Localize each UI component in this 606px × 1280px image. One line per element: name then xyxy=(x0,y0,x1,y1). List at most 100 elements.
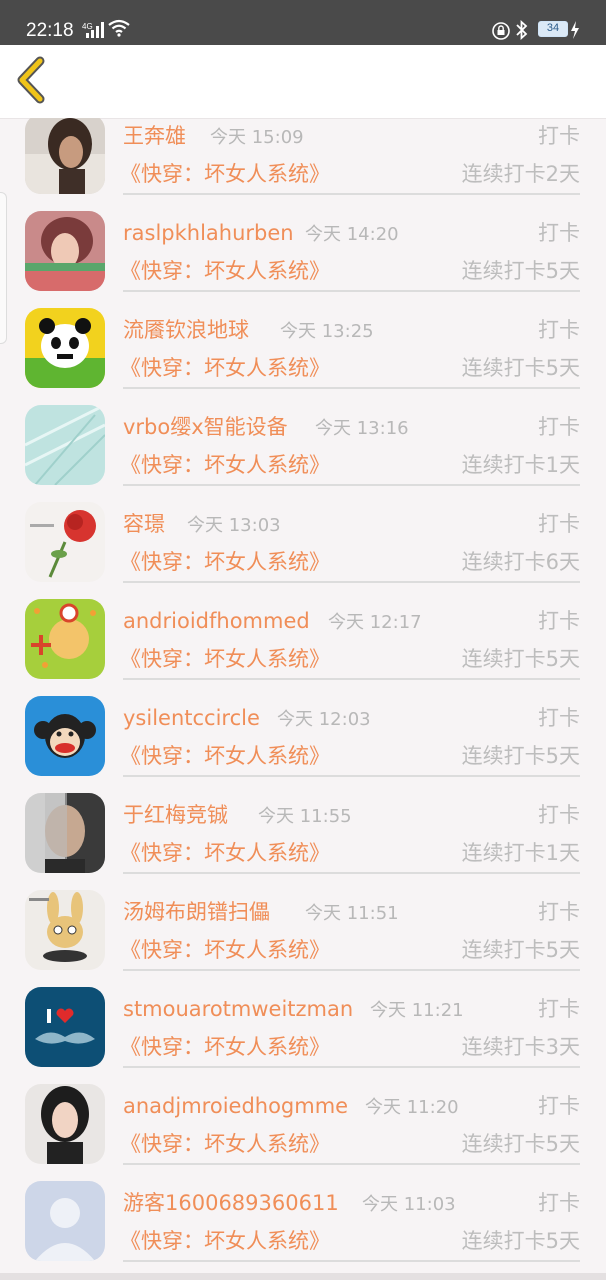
signal-icon xyxy=(86,22,104,38)
status-bar: 22:18 4G 34 xyxy=(0,0,606,45)
action-label: 打卡 xyxy=(538,124,580,148)
list-item[interactable]: ysilentccircle 今天 12:03 打卡 《快穿：坏女人系统》 连续… xyxy=(0,696,606,797)
list-item[interactable]: vrbo缨x智能设备 今天 13:16 打卡 《快穿：坏女人系统》 连续打卡1天 xyxy=(0,405,606,506)
divider xyxy=(123,484,580,486)
action-label: 打卡 xyxy=(538,318,580,342)
user-name[interactable]: 游客1600689360611 xyxy=(123,1188,339,1218)
list-item[interactable]: 于红梅竞铖 今天 11:55 打卡 《快穿：坏女人系统》 连续打卡1天 xyxy=(0,793,606,894)
checkin-list: 王奔雄 今天 15:09 打卡 《快穿：坏女人系统》 连续打卡2天 raslpk… xyxy=(0,118,606,1280)
streak-count: 连续打卡1天 xyxy=(461,841,580,865)
streak-count: 连续打卡3天 xyxy=(461,1035,580,1059)
action-label: 打卡 xyxy=(538,900,580,924)
list-item[interactable]: andrioidfhommed 今天 12:17 打卡 《快穿：坏女人系统》 连… xyxy=(0,599,606,700)
book-title[interactable]: 《快穿：坏女人系统》 xyxy=(120,450,330,480)
streak-count: 连续打卡5天 xyxy=(461,744,580,768)
avatar[interactable] xyxy=(25,987,105,1067)
battery-level: 34 xyxy=(546,22,560,34)
list-item-partial xyxy=(0,1273,606,1280)
user-name[interactable]: anadjmroiedhogmme xyxy=(123,1091,348,1121)
list-item[interactable]: 容璟 今天 13:03 打卡 《快穿：坏女人系统》 连续打卡6天 xyxy=(0,502,606,603)
action-label: 打卡 xyxy=(538,415,580,439)
streak-count: 连续打卡5天 xyxy=(461,647,580,671)
user-name[interactable]: 汤姆布朗镨扫儡 xyxy=(123,897,270,927)
list-item[interactable]: anadjmroiedhogmme 今天 11:20 打卡 《快穿：坏女人系统》… xyxy=(0,1084,606,1185)
charging-icon xyxy=(571,21,579,39)
streak-count: 连续打卡6天 xyxy=(461,550,580,574)
streak-count: 连续打卡2天 xyxy=(461,162,580,186)
list-item[interactable]: 汤姆布朗镨扫儡 今天 11:51 打卡 《快穿：坏女人系统》 连续打卡5天 xyxy=(0,890,606,991)
action-label: 打卡 xyxy=(538,1191,580,1215)
avatar[interactable] xyxy=(25,308,105,388)
streak-count: 连续打卡5天 xyxy=(461,1132,580,1156)
post-time: 今天 11:03 xyxy=(362,1194,456,1215)
action-label: 打卡 xyxy=(538,997,580,1021)
post-time: 今天 11:55 xyxy=(258,806,352,827)
avatar[interactable] xyxy=(25,696,105,776)
book-title[interactable]: 《快穿：坏女人系统》 xyxy=(120,1032,330,1062)
user-name[interactable]: 王奔雄 xyxy=(123,121,186,151)
user-name[interactable]: 于红梅竞铖 xyxy=(123,800,228,830)
divider xyxy=(123,678,580,680)
streak-count: 连续打卡5天 xyxy=(461,938,580,962)
list-item[interactable]: raslpkhlahurben 今天 14:20 打卡 《快穿：坏女人系统》 连… xyxy=(0,211,606,312)
book-title[interactable]: 《快穿：坏女人系统》 xyxy=(120,935,330,965)
action-label: 打卡 xyxy=(538,706,580,730)
list-item[interactable]: 王奔雄 今天 15:09 打卡 《快穿：坏女人系统》 连续打卡2天 xyxy=(0,118,606,215)
book-title[interactable]: 《快穿：坏女人系统》 xyxy=(120,256,330,286)
user-name[interactable]: vrbo缨x智能设备 xyxy=(123,412,288,442)
list-item[interactable]: stmouarotmweitzman 今天 11:21 打卡 《快穿：坏女人系统… xyxy=(0,987,606,1088)
avatar[interactable] xyxy=(25,211,105,291)
divider xyxy=(123,969,580,971)
divider xyxy=(123,581,580,583)
post-time: 今天 13:16 xyxy=(315,418,409,439)
divider xyxy=(123,1066,580,1068)
divider xyxy=(123,775,580,777)
list-item[interactable]: 流餍钦浪地球 今天 13:25 打卡 《快穿：坏女人系统》 连续打卡5天 xyxy=(0,308,606,409)
side-drawer-handle[interactable] xyxy=(0,192,7,344)
book-title[interactable]: 《快穿：坏女人系统》 xyxy=(120,159,330,189)
user-name[interactable]: 容璟 xyxy=(123,509,165,539)
action-label: 打卡 xyxy=(538,1094,580,1118)
book-title[interactable]: 《快穿：坏女人系统》 xyxy=(120,838,330,868)
avatar[interactable] xyxy=(25,793,105,873)
lock-icon xyxy=(492,22,510,40)
back-button[interactable] xyxy=(12,55,52,105)
wifi-icon xyxy=(108,19,130,37)
divider xyxy=(123,387,580,389)
list-item[interactable]: 游客1600689360611 今天 11:03 打卡 《快穿：坏女人系统》 连… xyxy=(0,1181,606,1280)
book-title[interactable]: 《快穿：坏女人系统》 xyxy=(120,1129,330,1159)
book-title[interactable]: 《快穿：坏女人系统》 xyxy=(120,1226,330,1256)
post-time: 今天 12:03 xyxy=(277,709,371,730)
bluetooth-icon xyxy=(516,20,528,40)
avatar[interactable] xyxy=(25,405,105,485)
streak-count: 连续打卡1天 xyxy=(461,453,580,477)
book-title[interactable]: 《快穿：坏女人系统》 xyxy=(120,741,330,771)
book-title[interactable]: 《快穿：坏女人系统》 xyxy=(120,644,330,674)
book-title[interactable]: 《快穿：坏女人系统》 xyxy=(120,547,330,577)
avatar[interactable] xyxy=(25,1084,105,1164)
divider xyxy=(123,290,580,292)
post-time: 今天 11:21 xyxy=(370,1000,464,1021)
avatar[interactable] xyxy=(25,1181,105,1261)
top-nav-bar xyxy=(0,45,606,119)
book-title[interactable]: 《快穿：坏女人系统》 xyxy=(120,353,330,383)
streak-count: 连续打卡5天 xyxy=(461,1229,580,1253)
avatar[interactable] xyxy=(25,118,105,194)
divider xyxy=(123,193,580,195)
post-time: 今天 13:03 xyxy=(187,515,281,536)
action-label: 打卡 xyxy=(538,803,580,827)
avatar[interactable] xyxy=(25,502,105,582)
post-time: 今天 12:17 xyxy=(328,612,422,633)
post-time: 今天 14:20 xyxy=(305,224,399,245)
user-name[interactable]: ysilentccircle xyxy=(123,703,260,733)
user-name[interactable]: andrioidfhommed xyxy=(123,606,310,636)
chevron-left-icon xyxy=(17,56,45,104)
avatar[interactable] xyxy=(25,599,105,679)
avatar[interactable] xyxy=(25,890,105,970)
user-name[interactable]: raslpkhlahurben xyxy=(123,218,294,248)
post-time: 今天 11:51 xyxy=(305,903,399,924)
divider xyxy=(123,872,580,874)
divider xyxy=(123,1163,580,1165)
user-name[interactable]: stmouarotmweitzman xyxy=(123,994,353,1024)
user-name[interactable]: 流餍钦浪地球 xyxy=(123,315,249,345)
